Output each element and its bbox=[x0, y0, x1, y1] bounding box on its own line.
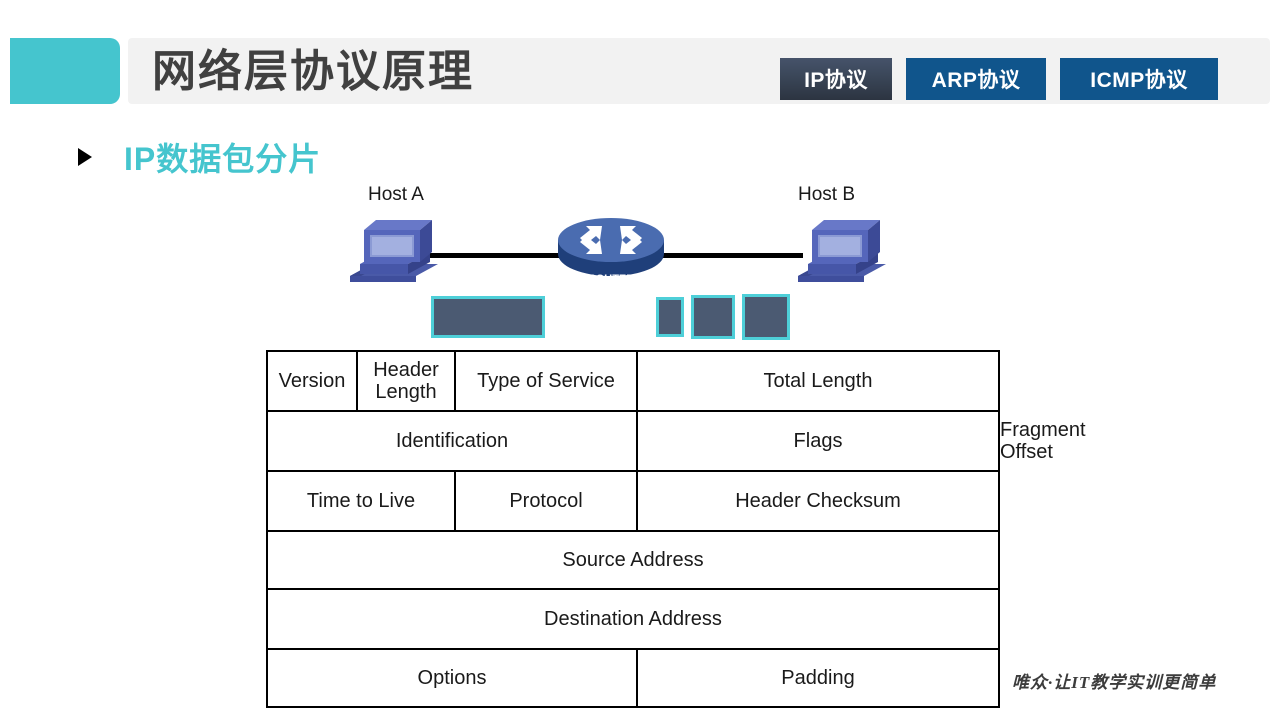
cell-padding: Padding bbox=[636, 648, 1000, 708]
host-a-label: Host A bbox=[368, 184, 424, 205]
link-router-host-b bbox=[655, 253, 803, 258]
cell-type-of-service: Type of Service bbox=[454, 350, 638, 412]
table-row: Identification Flags Fragment Offset bbox=[266, 410, 1086, 472]
badge-arp-protocol[interactable]: ARP协议 bbox=[906, 58, 1046, 100]
cell-header-checksum: Header Checksum bbox=[636, 470, 1000, 532]
host-a-computer-icon bbox=[342, 218, 438, 302]
table-row: Options Padding bbox=[266, 648, 1000, 708]
cell-total-length: Total Length bbox=[636, 350, 1000, 412]
fragment-box-2 bbox=[691, 295, 735, 339]
table-row: Source Address bbox=[266, 530, 1000, 590]
original-packet-box bbox=[431, 296, 545, 338]
link-host-a-router bbox=[424, 253, 564, 258]
slide-canvas: 网络层协议原理 IP协议 ARP协议 ICMP协议 IP数据包分片 Host A… bbox=[0, 0, 1280, 720]
page-title: 网络层协议原理 bbox=[152, 47, 474, 96]
cell-time-to-live: Time to Live bbox=[266, 470, 456, 532]
ip-header-table: Version Header Length Type of Service Tot… bbox=[266, 350, 1086, 708]
cell-destination-address: Destination Address bbox=[266, 588, 1000, 650]
header-accent-block bbox=[10, 38, 120, 104]
table-row: Time to Live Protocol Header Checksum bbox=[266, 470, 1000, 532]
badge-ip-protocol[interactable]: IP协议 bbox=[780, 58, 892, 100]
fragment-box-3 bbox=[742, 294, 790, 340]
router-label: ROUTER bbox=[588, 273, 635, 285]
cell-version: Version bbox=[266, 350, 358, 412]
triangle-bullet-icon bbox=[78, 148, 92, 166]
router-icon: ROUTER bbox=[556, 214, 666, 292]
cell-source-address: Source Address bbox=[266, 530, 1000, 590]
host-b-label: Host B bbox=[798, 184, 856, 205]
cell-options: Options bbox=[266, 648, 638, 708]
cell-protocol: Protocol bbox=[454, 470, 638, 532]
section-subtitle: IP数据包分片 bbox=[124, 141, 322, 177]
cell-identification: Identification bbox=[266, 410, 638, 472]
cell-flags: Flags bbox=[636, 410, 1000, 472]
footer-watermark: 唯众·让IT教学实训更简单 bbox=[1012, 673, 1217, 692]
badge-icmp-protocol[interactable]: ICMP协议 bbox=[1060, 58, 1218, 100]
host-b-computer-icon bbox=[790, 218, 886, 302]
table-row: Destination Address bbox=[266, 588, 1000, 650]
cell-header-length: Header Length bbox=[356, 350, 456, 412]
table-row: Version Header Length Type of Service Tot… bbox=[266, 350, 1000, 412]
fragment-box-1 bbox=[656, 297, 684, 337]
